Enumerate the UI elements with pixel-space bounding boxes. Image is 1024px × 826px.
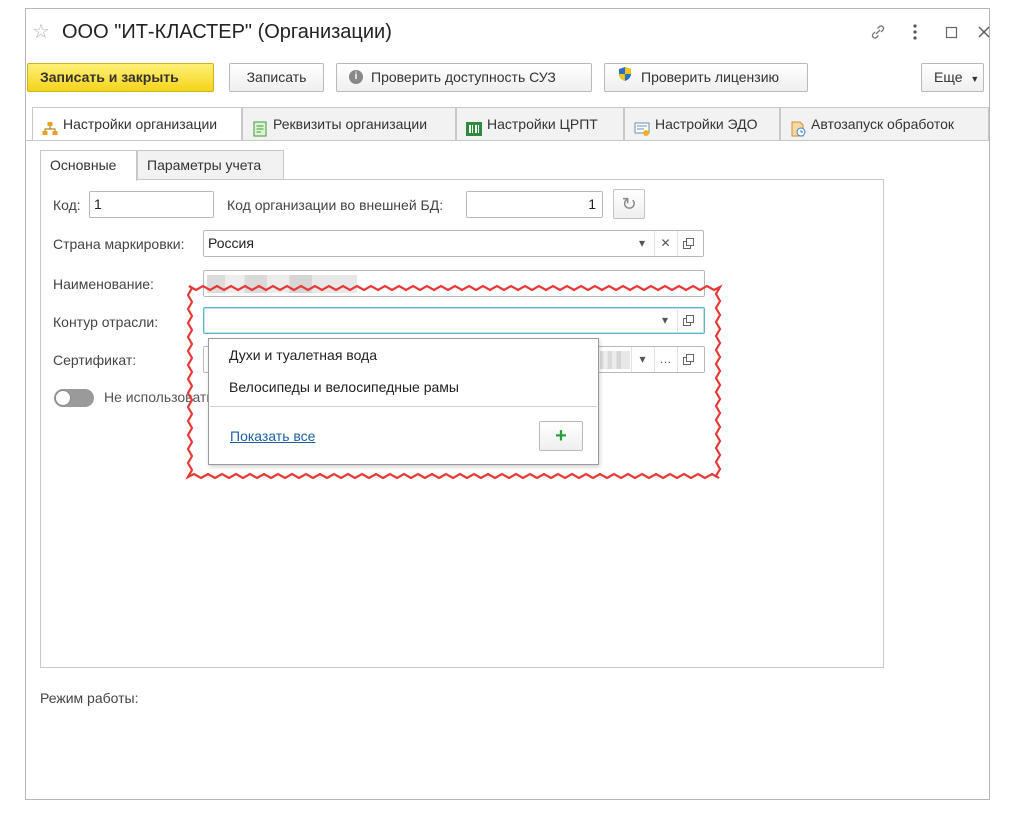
select-ellipsis-icon[interactable]: … <box>654 347 676 372</box>
tab-label: Реквизиты организации <box>273 116 428 132</box>
document-icon <box>252 116 268 137</box>
plus-icon: + <box>555 425 567 447</box>
more-button[interactable]: Еще ▼ <box>921 63 984 92</box>
open-icon[interactable] <box>677 347 699 372</box>
industry-field[interactable]: ▾ <box>203 307 705 334</box>
ext-code-value: 1 <box>588 196 596 212</box>
more-actions-icon[interactable] <box>912 23 918 45</box>
close-icon[interactable] <box>977 25 991 43</box>
shield-icon <box>617 64 633 91</box>
save-label: Записать <box>246 69 307 85</box>
tab-label: Настройки ЦРПТ <box>487 116 598 132</box>
tab-crpt-settings[interactable]: Настройки ЦРПТ <box>456 107 624 140</box>
chevron-down-icon: ▼ <box>970 74 980 84</box>
link-icon[interactable] <box>869 23 887 45</box>
industry-label: Контур отрасли: <box>53 314 159 330</box>
autorun-icon <box>790 116 806 137</box>
redacted-name <box>207 275 357 293</box>
window-title: ООО "ИТ-КЛАСТЕР" (Организации) <box>62 21 392 43</box>
subtab-main[interactable]: Основные <box>40 150 137 181</box>
check-suz-label: Проверить доступность СУЗ <box>371 69 556 85</box>
tab-label: Настройки организации <box>63 116 218 132</box>
code-value: 1 <box>94 196 102 212</box>
subtab-label: Основные <box>50 157 117 173</box>
tab-edo-settings[interactable]: Настройки ЭДО <box>624 107 780 140</box>
subtab-accounting-params[interactable]: Параметры учета <box>137 150 284 180</box>
save-and-close-label: Записать и закрыть <box>40 69 179 85</box>
check-suz-button[interactable]: i Проверить доступность СУЗ <box>336 63 592 92</box>
more-label: Еще <box>934 69 963 85</box>
save-and-close-button[interactable]: Записать и закрыть <box>27 63 214 92</box>
ext-code-label: Код организации во внешней БД: <box>227 197 444 213</box>
title-bar: ☆ ООО "ИТ-КЛАСТЕР" (Организации) <box>26 9 991 57</box>
ext-code-field[interactable]: 1 <box>466 191 603 218</box>
chevron-down-icon[interactable]: ▾ <box>631 231 653 256</box>
check-license-button[interactable]: Проверить лицензию <box>604 63 808 92</box>
subtab-label: Параметры учета <box>147 157 262 173</box>
mode-label: Режим работы: <box>40 690 139 706</box>
chevron-down-icon[interactable]: ▾ <box>631 347 653 372</box>
country-label: Страна маркировки: <box>53 236 185 252</box>
save-button[interactable]: Записать <box>229 63 324 92</box>
refresh-icon: ↻ <box>621 194 637 214</box>
tabs-divider <box>26 140 989 141</box>
dropdown-item[interactable]: Духи и туалетная вода <box>229 347 377 363</box>
tab-label: Автозапуск обработок <box>811 116 955 132</box>
country-field[interactable]: Россия ▾ ✕ <box>203 230 704 257</box>
barcode-icon <box>466 116 482 136</box>
code-label: Код: <box>53 197 81 213</box>
tab-label: Настройки ЭДО <box>655 116 758 132</box>
favorite-star-icon[interactable]: ☆ <box>32 22 50 42</box>
refresh-button[interactable]: ↻ <box>613 189 645 219</box>
org-structure-icon <box>42 116 58 135</box>
edo-icon <box>634 116 650 136</box>
tab-autorun[interactable]: Автозапуск обработок <box>780 107 989 140</box>
tab-org-settings[interactable]: Настройки организации <box>32 107 242 141</box>
dropdown-separator <box>210 406 597 407</box>
check-license-label: Проверить лицензию <box>641 69 780 85</box>
open-icon[interactable] <box>677 308 699 333</box>
toggle-knob <box>55 390 71 406</box>
maximize-icon[interactable] <box>945 25 959 43</box>
industry-dropdown: Духи и туалетная вода Велосипеды и велос… <box>208 338 599 465</box>
toggle-label: Не использовать <box>104 389 214 405</box>
tab-org-requisites[interactable]: Реквизиты организации <box>242 107 456 140</box>
redacted-certificate <box>600 351 630 369</box>
name-label: Наименование: <box>53 276 154 292</box>
show-all-link[interactable]: Показать все <box>230 428 315 444</box>
chevron-down-icon[interactable]: ▾ <box>654 308 676 333</box>
dropdown-item[interactable]: Велосипеды и велосипедные рамы <box>229 379 459 395</box>
code-field[interactable]: 1 <box>89 191 214 218</box>
clear-icon[interactable]: ✕ <box>654 231 676 256</box>
not-use-toggle[interactable] <box>54 389 94 407</box>
name-field[interactable] <box>203 270 705 297</box>
country-value: Россия <box>208 235 254 251</box>
open-icon[interactable] <box>677 231 699 256</box>
certificate-label: Сертификат: <box>53 352 137 368</box>
add-button[interactable]: + <box>539 421 583 451</box>
info-icon: i <box>349 70 363 85</box>
